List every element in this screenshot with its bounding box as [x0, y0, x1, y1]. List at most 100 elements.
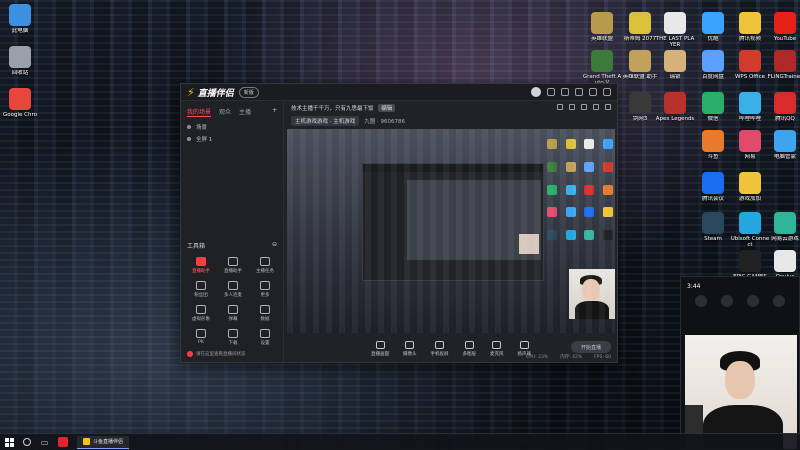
pinned-app-icon[interactable]	[58, 437, 68, 447]
desktop-icon-label: Ubisoft Connect	[730, 236, 770, 248]
desktop-icon[interactable]: THE LAST PLAYER	[655, 12, 695, 48]
desktop-icon[interactable]: 游戏加加	[730, 172, 770, 202]
desktop-icon[interactable]: 此电脑	[0, 4, 40, 34]
captured-icon	[602, 207, 613, 218]
phone-control-icon[interactable]	[773, 295, 785, 307]
captured-icon	[547, 184, 557, 195]
search-icon[interactable]	[23, 438, 31, 446]
bottom-note[interactable]: 请在这里查看直播间状态	[187, 351, 246, 357]
desktop-icon[interactable]: 回收站	[0, 46, 40, 76]
desktop-icon[interactable]: WPS Office	[730, 50, 770, 80]
phone-control-icon[interactable]	[721, 295, 733, 307]
phone-camera-preview[interactable]: 3:44	[680, 276, 800, 450]
steam-icon	[702, 212, 724, 234]
desktop-icon[interactable]: YouTube	[765, 12, 800, 42]
phone-control-icon[interactable]	[747, 295, 759, 307]
toolbox-toggle-icon[interactable]: ⊖	[272, 241, 277, 250]
captured-icon	[547, 139, 557, 149]
tool-item[interactable]: 设置	[249, 329, 281, 346]
desktop-icon[interactable]: Apex Legends	[655, 92, 695, 122]
eye-icon[interactable]	[187, 137, 191, 141]
streaming-app-window[interactable]: ⚡ 直播伴侣 新版 我的场景 观众 主播 + 场景 全屏 1 工具箱 ⊖ 直播助…	[180, 83, 618, 363]
desktop-icon-label: Apex Legends	[655, 116, 695, 122]
tool-item[interactable]: 虚拟形象	[185, 305, 217, 322]
desktop-icon[interactable]: Google Chro	[0, 88, 40, 118]
desktop-icon[interactable]: Ubisoft Connect	[730, 212, 770, 248]
download-icon	[228, 329, 238, 338]
tool-item[interactable]: 直播助手	[185, 257, 217, 274]
settings-icon[interactable]	[561, 88, 569, 96]
desktop-icon-label: 回收站	[11, 70, 29, 76]
tool-item[interactable]: 数据	[249, 305, 281, 322]
taskbar-window-item[interactable]: 斗鱼直播伴侣	[77, 435, 130, 449]
desktop-icon[interactable]: 剑网3	[620, 92, 660, 122]
desktop-icon-label: 优酷	[707, 36, 719, 42]
desktop-icon[interactable]: 瑞银	[655, 50, 695, 80]
add-scene-icon[interactable]: +	[272, 107, 277, 117]
desktop-icon[interactable]: 英雄联盟 助手	[620, 50, 660, 80]
tool-label: PK	[198, 340, 204, 345]
desktop-icon[interactable]: FLiNGTrainer	[765, 50, 800, 80]
phone-control-icon[interactable]	[695, 295, 707, 307]
screen-capture-icon	[375, 341, 385, 349]
minimize-icon[interactable]	[589, 88, 597, 96]
version-pill[interactable]: 新版	[238, 86, 259, 98]
task-view-icon[interactable]: ▭	[40, 438, 49, 447]
captured-icon	[584, 230, 594, 241]
desktop-icon[interactable]: 百度网盘	[693, 50, 733, 80]
scene-item[interactable]: 场景	[181, 121, 283, 133]
tool-item[interactable]: 下载	[217, 329, 249, 346]
desktop-icon[interactable]: Grand Theft Auto V	[582, 50, 622, 86]
desktop-icon[interactable]: 斯蒂姆 2077	[620, 12, 660, 42]
desktop-icon[interactable]: 斗鱼	[693, 130, 733, 160]
user-avatar[interactable]	[531, 87, 541, 97]
tool-item[interactable]: 粉丝团	[185, 281, 217, 298]
desktop-icon[interactable]: 英雄联盟	[582, 12, 622, 42]
tab-streamer[interactable]: 主播	[239, 107, 251, 117]
tool-item[interactable]: 主播任务	[249, 257, 281, 274]
desktop-icon-label: 此电脑	[11, 28, 29, 34]
webcam-overlay[interactable]	[569, 269, 615, 319]
tool-label: 设置	[260, 341, 270, 346]
tool-item[interactable]: PK	[185, 329, 217, 346]
fullscreen-icon[interactable]	[593, 104, 599, 110]
desktop-icon[interactable]: 腾讯QQ	[765, 92, 800, 122]
app-icon	[702, 130, 724, 152]
captured-icon	[602, 161, 613, 172]
desktop-icon[interactable]: 网易	[730, 130, 770, 160]
desktop-icon[interactable]: 电脑管家	[765, 130, 800, 160]
scene-item[interactable]: 全屏 1	[181, 133, 283, 145]
tool-item[interactable]: 直播助手	[217, 257, 249, 274]
edit-title-button[interactable]: 编辑	[378, 104, 396, 112]
tool-item[interactable]: 多人连麦	[217, 281, 249, 298]
app-main-area: 技术主播千千万，只有九思最下饭 编辑 主机游戏游戏 · 主机游戏 九盟 · 96…	[285, 101, 617, 362]
desktop-icon-label: FLiNGTrainer	[767, 74, 800, 80]
tab-audience[interactable]: 观众	[219, 107, 231, 117]
desktop-icon[interactable]: 微信	[693, 92, 733, 122]
screenshot-icon[interactable]	[557, 104, 563, 110]
menu-icon[interactable]	[575, 88, 583, 96]
share-icon[interactable]	[605, 104, 611, 110]
tool-item[interactable]: 弹幕	[217, 305, 249, 322]
layout-icon[interactable]	[581, 104, 587, 110]
desktop-icon[interactable]: Steam	[693, 212, 733, 242]
toolbox-header: 工具箱 ⊖	[187, 241, 277, 250]
stream-preview[interactable]	[287, 129, 615, 333]
desktop-icon[interactable]: 网易云游戏	[765, 212, 800, 242]
app-titlebar[interactable]: ⚡ 直播伴侣 新版	[181, 84, 617, 101]
desktop-icon[interactable]: 腾讯视频	[730, 12, 770, 42]
tab-my-scenes[interactable]: 我的场景	[187, 107, 212, 117]
desktop-icon[interactable]: 哔哩哔哩	[730, 92, 770, 122]
message-icon[interactable]	[547, 88, 555, 96]
eye-icon[interactable]	[187, 125, 191, 129]
tool-label: 多人连麦	[224, 293, 242, 298]
app-icon	[83, 438, 90, 445]
category-chip[interactable]: 主机游戏游戏 · 主机游戏	[291, 116, 360, 126]
tool-item[interactable]: 更多	[249, 281, 281, 298]
lock-icon[interactable]	[569, 104, 575, 110]
desktop-icon[interactable]: 优酷	[693, 12, 733, 42]
desktop-icon[interactable]: 腾讯会议	[693, 172, 733, 202]
captured-icon	[565, 207, 576, 218]
windows-start-icon[interactable]	[5, 437, 14, 447]
close-icon[interactable]	[603, 88, 611, 96]
